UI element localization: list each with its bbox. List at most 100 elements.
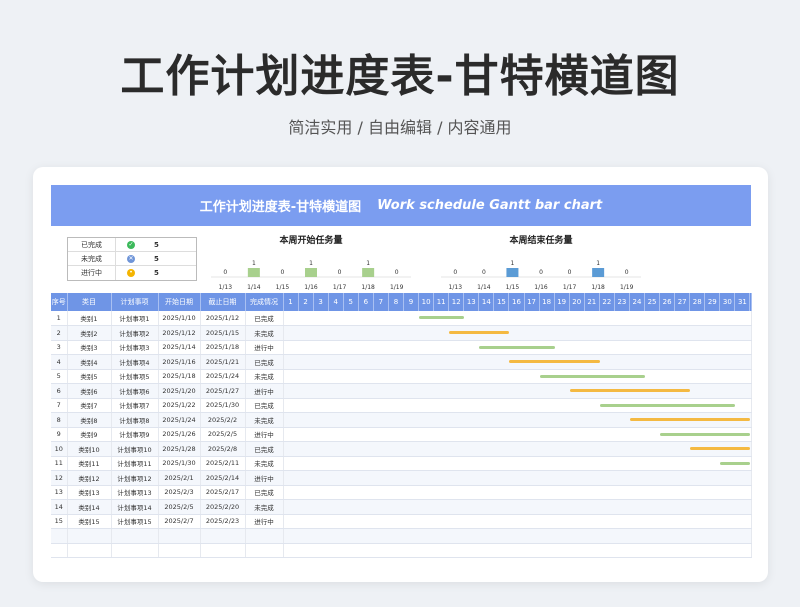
cell-no[interactable]: 6 [51, 383, 68, 399]
table-row[interactable]: 11 类别11 计划事项11 2025/1/30 2025/2/11 未完成 [51, 456, 752, 471]
cell-end[interactable]: 2025/2/2 [200, 412, 246, 428]
cell-item[interactable]: 计划事项1 [111, 311, 159, 326]
empty-cell[interactable] [67, 543, 112, 558]
cell-start[interactable]: 2025/1/10 [158, 311, 201, 326]
table-row[interactable]: 3 类别3 计划事项3 2025/1/14 2025/1/18 进行中 [51, 340, 752, 355]
cell-status[interactable]: 进行中 [245, 383, 284, 399]
cell-no[interactable]: 10 [51, 441, 68, 457]
cell-item[interactable]: 计划事项2 [111, 325, 159, 341]
cell-status[interactable]: 未完成 [245, 412, 284, 428]
cell-status[interactable]: 未完成 [245, 369, 284, 384]
cell-item[interactable]: 计划事项6 [111, 383, 159, 399]
cell-start[interactable]: 2025/1/12 [158, 325, 201, 341]
cell-cat[interactable]: 类别4 [67, 354, 112, 370]
table-row[interactable]: 2 类别2 计划事项2 2025/1/12 2025/1/15 未完成 [51, 325, 752, 341]
cell-status[interactable]: 未完成 [245, 499, 284, 515]
cell-cat[interactable]: 类别5 [67, 369, 112, 384]
cell-end[interactable]: 2025/1/27 [200, 383, 246, 399]
empty-row[interactable] [51, 543, 752, 558]
cell-start[interactable]: 2025/1/18 [158, 369, 201, 384]
table-row[interactable]: 13 类别13 计划事项13 2025/2/3 2025/2/17 已完成 [51, 485, 752, 500]
cell-end[interactable]: 2025/1/30 [200, 398, 246, 413]
cell-end[interactable]: 2025/1/21 [200, 354, 246, 370]
cell-end[interactable]: 2025/1/15 [200, 325, 246, 341]
cell-cat[interactable]: 类别13 [67, 485, 112, 500]
cell-start[interactable]: 2025/2/7 [158, 514, 201, 529]
cell-no[interactable]: 5 [51, 369, 68, 384]
cell-item[interactable]: 计划事项15 [111, 514, 159, 529]
cell-status[interactable]: 已完成 [245, 485, 284, 500]
cell-cat[interactable]: 类别6 [67, 383, 112, 399]
cell-status[interactable]: 未完成 [245, 325, 284, 341]
column-header[interactable]: 序号 [51, 293, 68, 311]
table-row[interactable]: 5 类别5 计划事项5 2025/1/18 2025/1/24 未完成 [51, 369, 752, 384]
cell-cat[interactable]: 类别12 [67, 470, 112, 486]
cell-status[interactable]: 已完成 [245, 398, 284, 413]
cell-start[interactable]: 2025/2/5 [158, 499, 201, 515]
cell-no[interactable]: 1 [51, 311, 68, 326]
cell-no[interactable]: 4 [51, 354, 68, 370]
empty-cell[interactable] [283, 528, 752, 544]
cell-end[interactable]: 2025/1/24 [200, 369, 246, 384]
cell-cat[interactable]: 类别1 [67, 311, 112, 326]
cell-item[interactable]: 计划事项5 [111, 369, 159, 384]
cell-status[interactable]: 进行中 [245, 427, 284, 442]
cell-item[interactable]: 计划事项9 [111, 427, 159, 442]
cell-item[interactable]: 计划事项13 [111, 485, 159, 500]
cell-start[interactable]: 2025/1/14 [158, 340, 201, 355]
cell-cat[interactable]: 类别10 [67, 441, 112, 457]
cell-item[interactable]: 计划事项12 [111, 470, 159, 486]
cell-end[interactable]: 2025/2/8 [200, 441, 246, 457]
column-header[interactable]: 计划事项 [111, 293, 159, 311]
cell-status[interactable]: 进行中 [245, 470, 284, 486]
cell-start[interactable]: 2025/1/24 [158, 412, 201, 428]
cell-status[interactable]: 已完成 [245, 311, 284, 326]
cell-cat[interactable]: 类别14 [67, 499, 112, 515]
column-header[interactable]: 完成情况 [245, 293, 284, 311]
cell-status[interactable]: 未完成 [245, 456, 284, 471]
cell-start[interactable]: 2025/1/30 [158, 456, 201, 471]
cell-status[interactable]: 进行中 [245, 514, 284, 529]
cell-cat[interactable]: 类别9 [67, 427, 112, 442]
cell-end[interactable]: 2025/2/17 [200, 485, 246, 500]
cell-start[interactable]: 2025/1/26 [158, 427, 201, 442]
cell-cat[interactable]: 类别11 [67, 456, 112, 471]
cell-end[interactable]: 2025/2/5 [200, 427, 246, 442]
cell-end[interactable]: 2025/2/20 [200, 499, 246, 515]
cell-item[interactable]: 计划事项14 [111, 499, 159, 515]
cell-cat[interactable]: 类别7 [67, 398, 112, 413]
cell-cat[interactable]: 类别2 [67, 325, 112, 341]
cell-no[interactable]: 9 [51, 427, 68, 442]
cell-start[interactable]: 2025/2/1 [158, 470, 201, 486]
table-row[interactable]: 4 类别4 计划事项4 2025/1/16 2025/1/21 已完成 [51, 354, 752, 370]
cell-no[interactable]: 13 [51, 485, 68, 500]
empty-cell[interactable] [111, 543, 159, 558]
table-row[interactable]: 12 类别12 计划事项12 2025/2/1 2025/2/14 进行中 [51, 470, 752, 486]
empty-cell[interactable] [245, 528, 284, 544]
table-row[interactable]: 15 类别15 计划事项15 2025/2/7 2025/2/23 进行中 [51, 514, 752, 529]
empty-cell[interactable] [245, 543, 284, 558]
cell-item[interactable]: 计划事项4 [111, 354, 159, 370]
empty-cell[interactable] [158, 528, 201, 544]
cell-item[interactable]: 计划事项3 [111, 340, 159, 355]
cell-no[interactable]: 2 [51, 325, 68, 341]
cell-cat[interactable]: 类别8 [67, 412, 112, 428]
cell-status[interactable]: 已完成 [245, 441, 284, 457]
cell-end[interactable]: 2025/2/11 [200, 456, 246, 471]
empty-cell[interactable] [158, 543, 201, 558]
table-row[interactable]: 8 类别8 计划事项8 2025/1/24 2025/2/2 未完成 [51, 412, 752, 428]
cell-no[interactable]: 11 [51, 456, 68, 471]
table-row[interactable]: 14 类别14 计划事项14 2025/2/5 2025/2/20 未完成 [51, 499, 752, 515]
table-row[interactable]: 9 类别9 计划事项9 2025/1/26 2025/2/5 进行中 [51, 427, 752, 442]
cell-no[interactable]: 8 [51, 412, 68, 428]
empty-cell[interactable] [283, 543, 752, 558]
cell-end[interactable]: 2025/2/23 [200, 514, 246, 529]
column-header[interactable]: 截止日期 [200, 293, 246, 311]
cell-no[interactable]: 12 [51, 470, 68, 486]
column-header[interactable]: 开始日期 [158, 293, 201, 311]
cell-cat[interactable]: 类别3 [67, 340, 112, 355]
table-row[interactable]: 6 类别6 计划事项6 2025/1/20 2025/1/27 进行中 [51, 383, 752, 399]
cell-start[interactable]: 2025/1/22 [158, 398, 201, 413]
cell-cat[interactable]: 类别15 [67, 514, 112, 529]
cell-no[interactable]: 7 [51, 398, 68, 413]
